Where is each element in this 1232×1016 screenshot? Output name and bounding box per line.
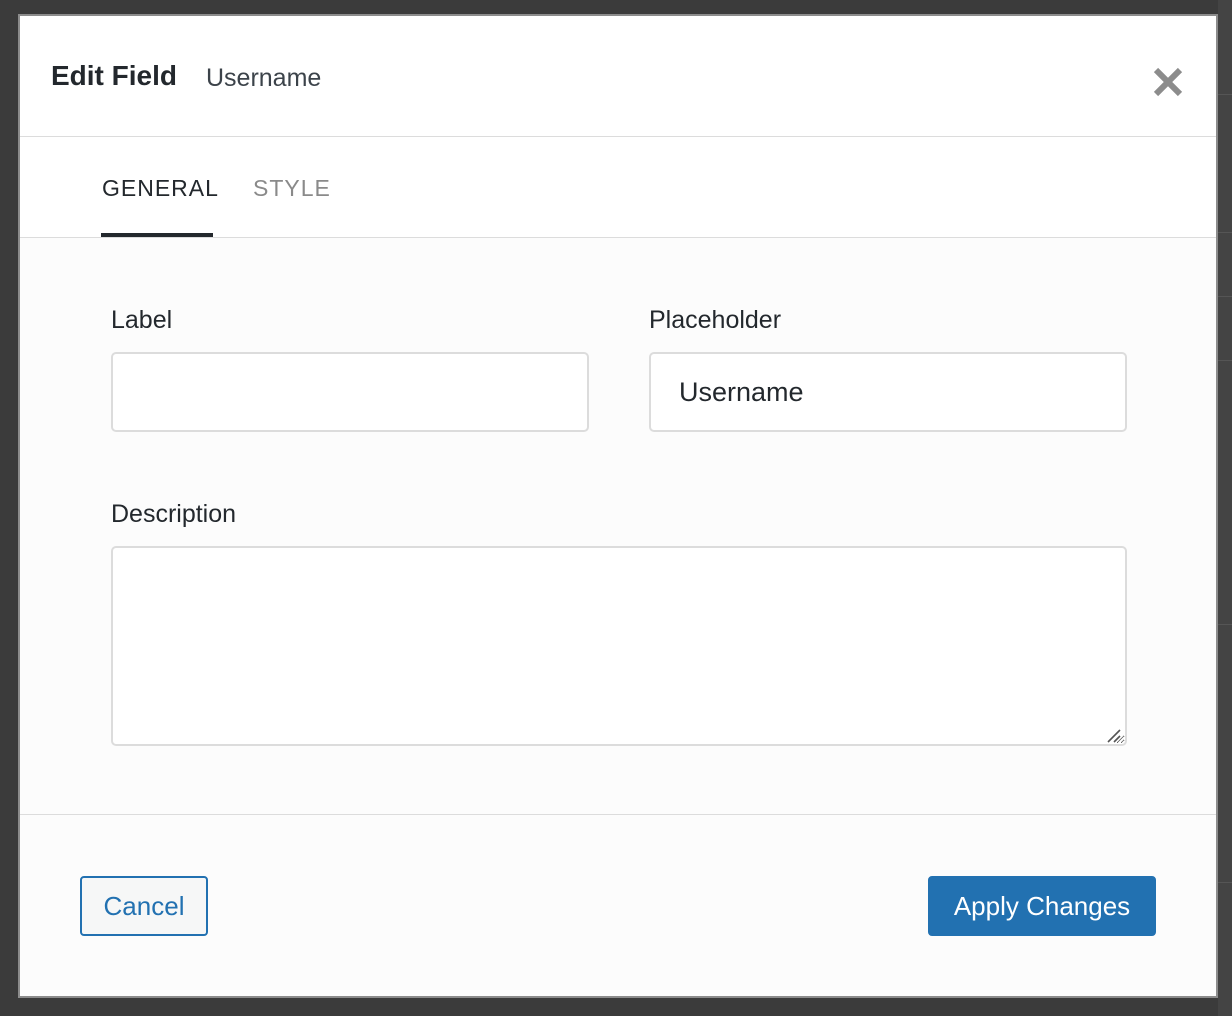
background-divider — [1218, 624, 1232, 625]
placeholder-field-label: Placeholder — [649, 306, 782, 334]
background-divider — [1218, 360, 1232, 361]
description-field-label: Description — [111, 500, 237, 528]
placeholder-input[interactable] — [649, 352, 1127, 432]
background-divider — [1218, 296, 1232, 297]
background-divider — [1218, 232, 1232, 233]
description-textarea[interactable] — [111, 546, 1127, 746]
active-tab-indicator — [101, 233, 213, 237]
footer-divider — [20, 814, 1216, 815]
close-button[interactable] — [1150, 64, 1186, 100]
close-icon — [1153, 67, 1183, 97]
cancel-button[interactable]: Cancel — [80, 876, 208, 936]
modal-title: Edit Field — [51, 60, 177, 91]
label-field-label: Label — [111, 306, 173, 334]
tab-style[interactable]: STYLE — [253, 175, 331, 202]
apply-changes-button[interactable]: Apply Changes — [928, 876, 1156, 936]
background-divider — [1218, 94, 1232, 95]
edit-field-modal: Edit Field Username GENERAL STYLE Label … — [18, 14, 1218, 998]
background-page-edge — [1218, 0, 1232, 1016]
modal-header: Edit Field Username — [20, 16, 1216, 137]
label-input[interactable] — [111, 352, 589, 432]
tab-bar: GENERAL STYLE — [20, 137, 1216, 238]
tab-general[interactable]: GENERAL — [102, 175, 219, 202]
modal-subtitle: Username — [206, 64, 322, 92]
resize-handle-icon[interactable] — [1104, 726, 1122, 744]
background-divider — [1218, 882, 1232, 883]
